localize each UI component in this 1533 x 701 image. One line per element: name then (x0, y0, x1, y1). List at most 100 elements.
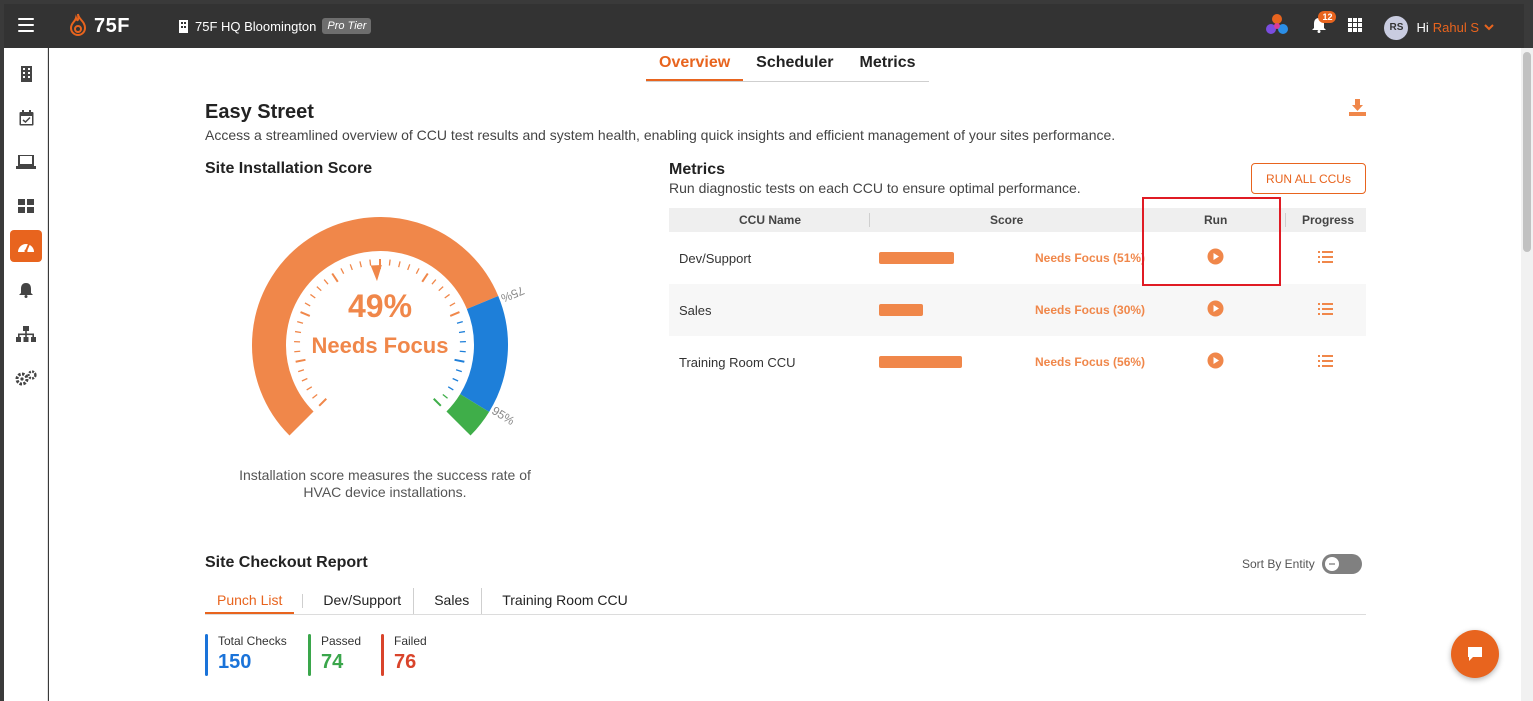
progress-list-icon[interactable] (1318, 354, 1333, 370)
installation-score-title: Site Installation Score (205, 160, 373, 177)
gauge-tick (323, 279, 329, 285)
greeting: Hi (1416, 20, 1429, 35)
ccu-name: Training Room CCU (679, 354, 796, 370)
gauge-arc-blue (459, 296, 508, 412)
run-play-icon[interactable] (1207, 352, 1224, 372)
gauge-tick (407, 264, 411, 271)
gauge-tick (312, 394, 318, 399)
gauge-tick (452, 377, 459, 382)
sidebar (4, 48, 48, 701)
gauge-tick (340, 268, 345, 275)
gauge-tick (359, 261, 362, 268)
stat-failed: Failed 76 (381, 634, 427, 676)
run-all-ccus-button[interactable]: RUN ALL CCUs (1251, 163, 1366, 194)
chat-button[interactable] (1451, 630, 1499, 678)
chevron-down-icon[interactable] (1484, 24, 1494, 31)
score-bar (879, 252, 954, 264)
gauge-percent: 49% (347, 288, 413, 324)
sidebar-gauge-icon[interactable] (10, 230, 42, 262)
gauge-caption: Installation score measures the success … (239, 467, 531, 500)
avatar[interactable]: RS (1384, 15, 1409, 40)
gauge-tick (456, 321, 463, 324)
gauge-tick (369, 259, 372, 266)
tier-badge: Pro Tier (322, 18, 372, 34)
stat-value: 76 (394, 651, 417, 673)
gauge-arc-orange (252, 217, 499, 436)
metrics-title: Metrics (669, 161, 726, 178)
gauge-label-75: 75% (499, 283, 527, 305)
gauge-tick (438, 286, 444, 292)
sidebar-dashboard-icon[interactable] (10, 190, 42, 222)
gauge-tick (398, 261, 401, 268)
col-ccu-name: CCU Name (739, 213, 802, 227)
gauge-tick (318, 398, 327, 407)
sort-by-entity-toggle[interactable] (1322, 554, 1362, 574)
stat-value: 150 (218, 651, 252, 673)
brand-logo[interactable]: 75F (66, 13, 130, 39)
flame-logo-icon (69, 13, 87, 36)
sidebar-settings-icon[interactable] (10, 362, 42, 394)
building-icon (179, 19, 188, 33)
apps-launcher-icon[interactable] (1264, 12, 1290, 43)
subtab-training-room-ccu[interactable]: Training Room CCU (490, 588, 640, 614)
gauge-tick (297, 321, 304, 324)
gauge-tick (449, 311, 460, 317)
gauge-tick (449, 302, 456, 307)
user-menu[interactable]: Rahul S (1433, 20, 1479, 35)
col-score: Score (990, 213, 1024, 227)
download-icon[interactable] (1349, 99, 1366, 121)
subtab-punch-list[interactable]: Punch List (205, 588, 295, 614)
installation-gauge: 75% 95% (252, 217, 527, 436)
gauge-tick (306, 386, 313, 391)
tab-overview[interactable]: Overview (646, 54, 744, 81)
gauge-tick (298, 369, 305, 373)
sidebar-sitemap-icon[interactable] (10, 318, 42, 350)
sidebar-building-icon[interactable] (10, 58, 42, 90)
subtab-dev-support[interactable]: Dev/Support (311, 588, 415, 614)
notifications-icon[interactable]: 12 (1312, 11, 1337, 38)
gauge-status: Needs Focus (311, 333, 449, 358)
table-row: Training Room CCU Needs Focus (56%) (669, 336, 1366, 388)
gauge-tick (433, 398, 442, 407)
subtab-sales[interactable]: Sales (422, 588, 483, 614)
highlight-box (1142, 197, 1281, 286)
gauge-tick (316, 286, 322, 292)
gauge-tick (295, 358, 306, 363)
gauge-tick (310, 293, 316, 299)
tab-scheduler[interactable]: Scheduler (743, 54, 846, 81)
checkout-subtabs: Punch List Dev/Support Sales Training Ro… (205, 588, 1366, 615)
progress-list-icon[interactable] (1318, 302, 1333, 318)
gauge-tick (444, 293, 450, 299)
gauge-tick (349, 264, 353, 271)
metrics-description: Run diagnostic tests on each CCU to ensu… (669, 180, 1081, 196)
gauge-tick (421, 272, 429, 283)
main-tabs: Overview Scheduler Metrics (646, 54, 929, 82)
notification-count-badge: 12 (1318, 11, 1337, 23)
site-selector[interactable]: 75F HQ Bloomington Pro Tier (178, 18, 372, 34)
sidebar-laptop-icon[interactable] (10, 146, 42, 178)
stat-label: Failed (394, 634, 427, 648)
tab-metrics[interactable]: Metrics (847, 54, 929, 81)
progress-list-icon[interactable] (1318, 250, 1333, 266)
page-title: Easy Street (205, 101, 314, 123)
col-progress: Progress (1302, 213, 1355, 227)
stat-total-checks: Total Checks 150 (205, 634, 287, 676)
gauge-tick (431, 279, 437, 285)
sidebar-bell-icon[interactable] (10, 274, 42, 306)
gauge-arc-green (446, 393, 490, 436)
checkout-title: Site Checkout Report (205, 554, 368, 571)
stat-label: Total Checks (218, 634, 287, 648)
menu-icon[interactable] (18, 18, 34, 32)
score-bar (879, 304, 923, 316)
grid-apps-icon[interactable] (1348, 18, 1363, 37)
scrollbar[interactable] (1521, 48, 1533, 701)
gauge-tick (301, 377, 308, 382)
gauge-label-95: 95% (489, 404, 517, 429)
score-status: Needs Focus (51%) (1035, 251, 1146, 265)
gauge-tick (454, 358, 465, 363)
run-play-icon[interactable] (1207, 300, 1224, 320)
gauge-tick (331, 272, 339, 283)
stat-passed: Passed 74 (308, 634, 361, 676)
sidebar-calendar-icon[interactable] (10, 102, 42, 134)
gauge-tick (304, 302, 311, 307)
